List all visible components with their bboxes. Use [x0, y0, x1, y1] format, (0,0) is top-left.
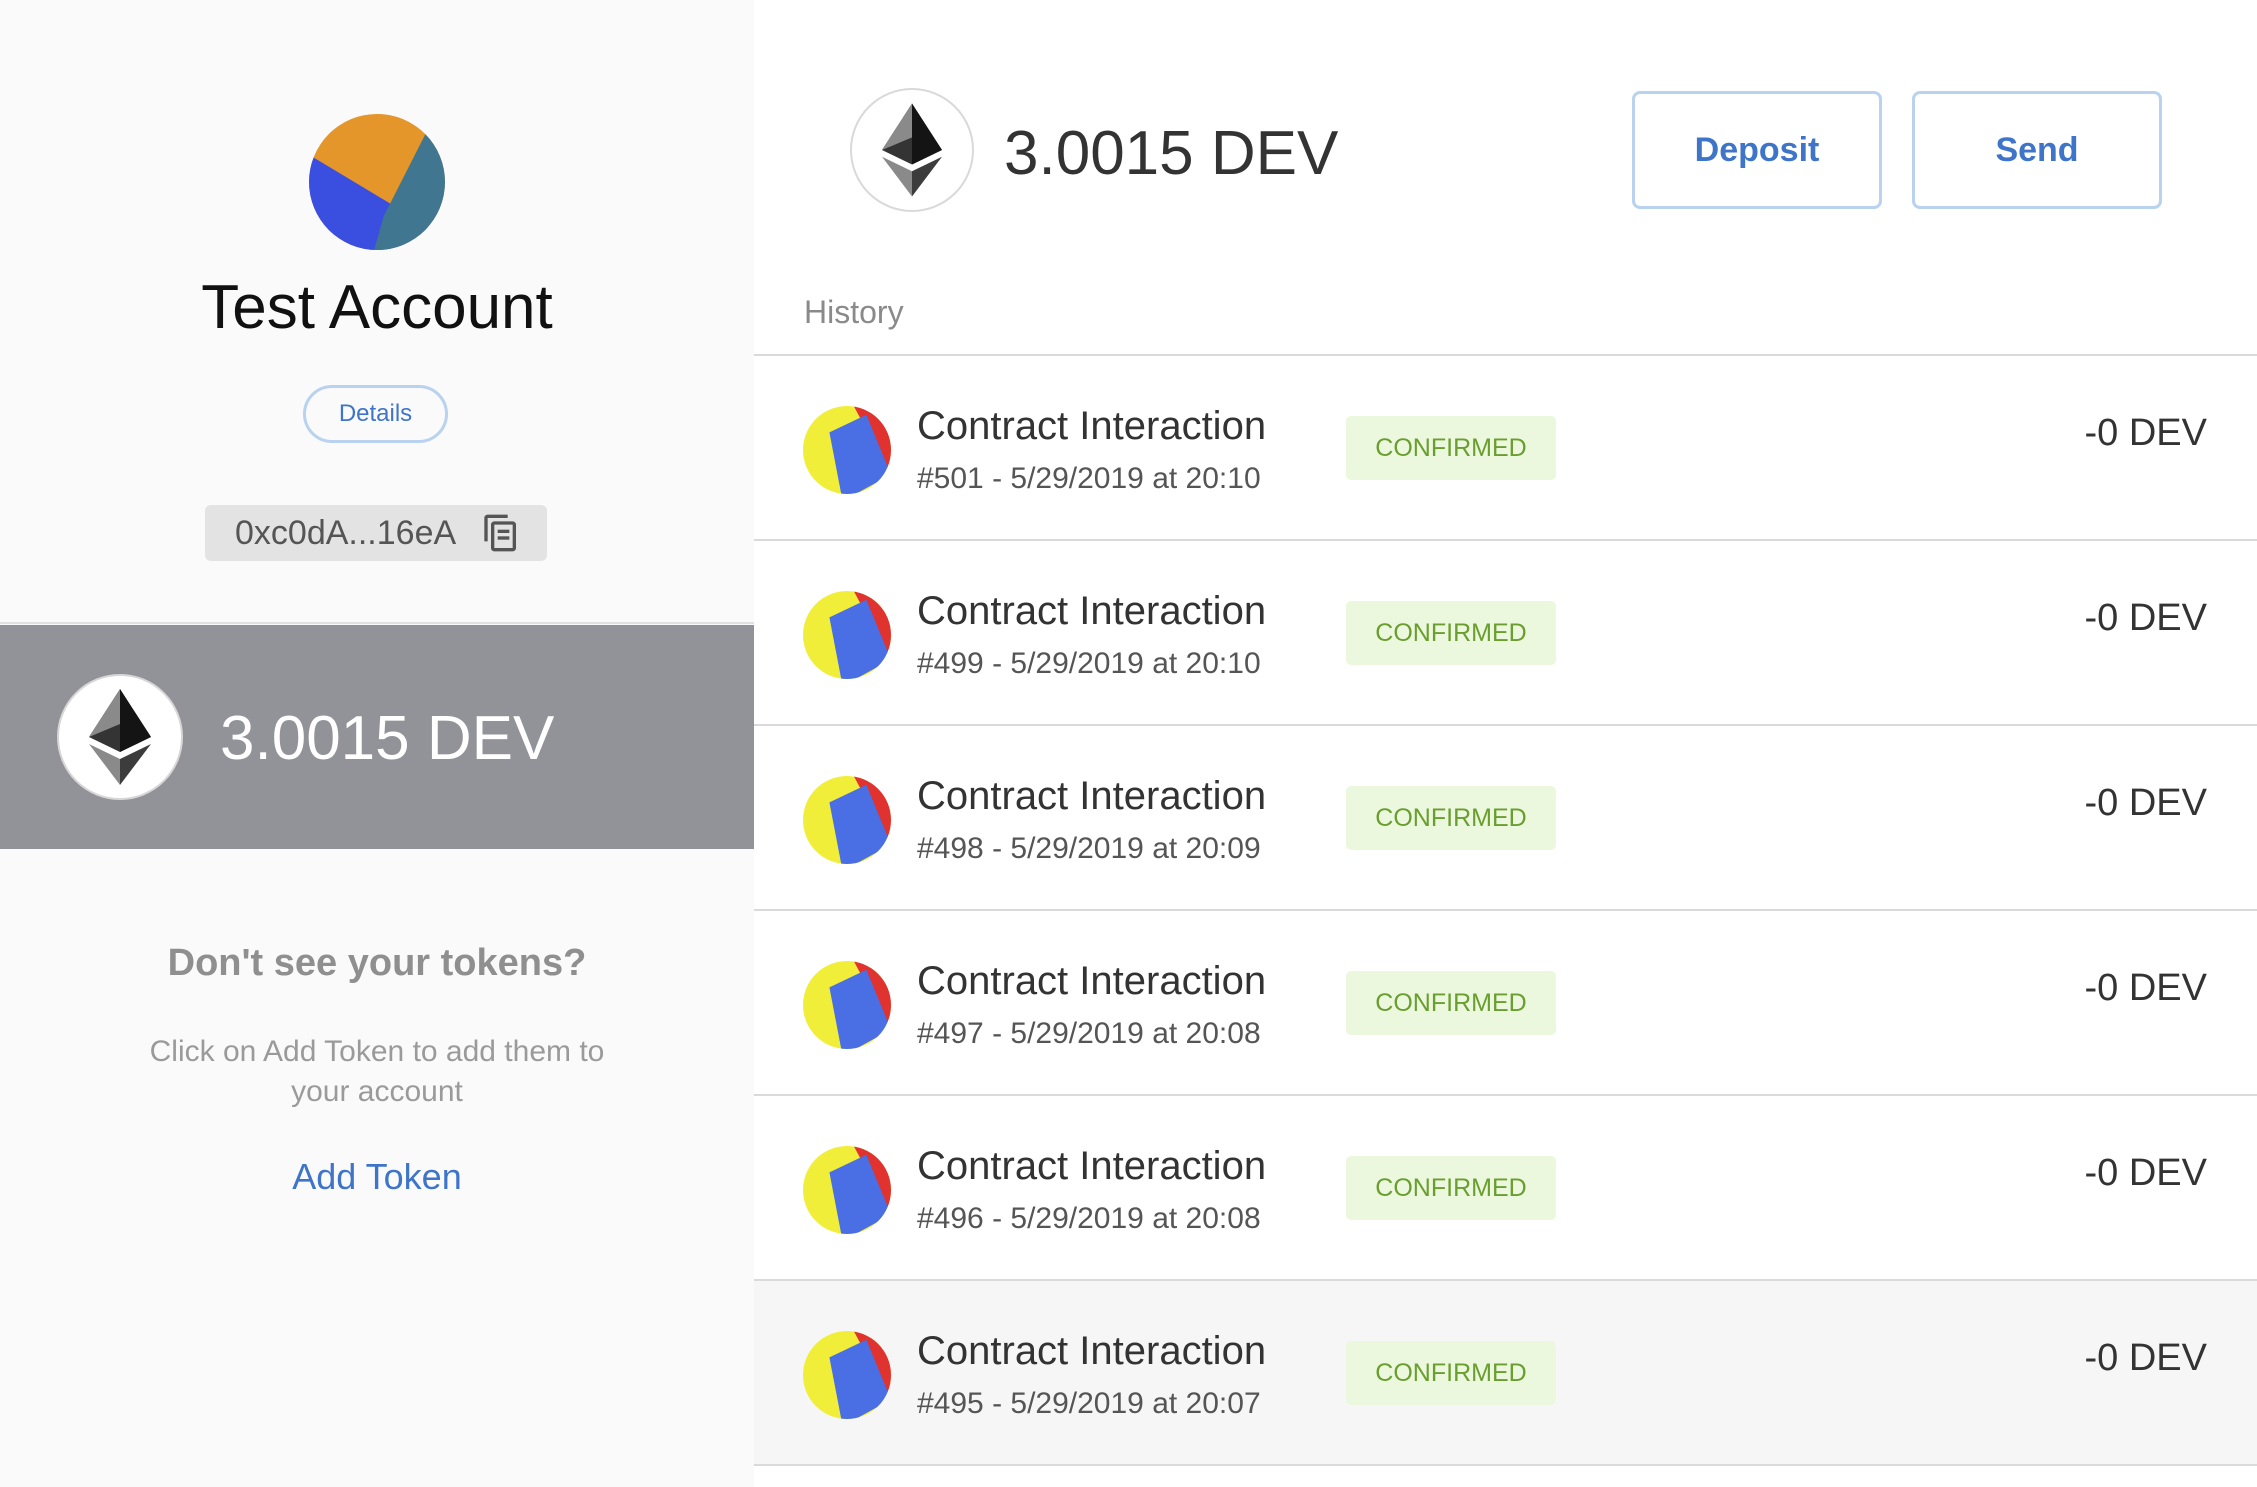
transaction-amount: -0 DEV	[2084, 967, 2207, 1009]
transaction-history-list: Contract Interaction #501 - 5/29/2019 at…	[754, 354, 2257, 1466]
transaction-identicon-icon	[803, 961, 891, 1049]
transaction-identicon-icon	[803, 776, 891, 864]
transaction-identicon-icon	[803, 406, 891, 494]
address-copy-chip[interactable]: 0xc0dA...16eA	[205, 505, 547, 561]
transaction-identicon-icon	[803, 1331, 891, 1419]
transaction-amount: -0 DEV	[2084, 1337, 2207, 1379]
account-avatar-icon	[309, 114, 445, 250]
copy-icon[interactable]	[481, 513, 521, 553]
transaction-nonce-date: #496 - 5/29/2019 at 20:08	[917, 1202, 1261, 1235]
tokens-hint-description: Click on Add Token to add them to your a…	[149, 1035, 605, 1108]
transaction-amount: -0 DEV	[2084, 782, 2207, 824]
transaction-nonce-date: #501 - 5/29/2019 at 20:10	[917, 462, 1261, 495]
transaction-title: Contract Interaction	[917, 1144, 1267, 1188]
add-token-link[interactable]: Add Token	[0, 1156, 754, 1198]
transaction-title: Contract Interaction	[917, 959, 1267, 1003]
history-heading: History	[804, 294, 904, 330]
deposit-button[interactable]: Deposit	[1632, 91, 1882, 209]
status-badge: CONFIRMED	[1346, 416, 1556, 480]
transaction-title: Contract Interaction	[917, 589, 1267, 633]
account-address: 0xc0dA...16eA	[235, 513, 457, 552]
send-button[interactable]: Send	[1912, 91, 2162, 209]
transaction-row[interactable]: Contract Interaction #495 - 5/29/2019 at…	[754, 1281, 2257, 1466]
sidebar-divider	[0, 622, 754, 624]
transaction-row[interactable]: Contract Interaction #501 - 5/29/2019 at…	[754, 356, 2257, 541]
transaction-title: Contract Interaction	[917, 404, 1267, 448]
status-badge: CONFIRMED	[1346, 1341, 1556, 1405]
account-sidebar: Test Account Details 0xc0dA...16eA 3.001…	[0, 0, 754, 1487]
tokens-hint-title: Don't see your tokens?	[167, 942, 587, 984]
transaction-nonce-date: #499 - 5/29/2019 at 20:10	[917, 647, 1261, 680]
transaction-nonce-date: #498 - 5/29/2019 at 20:09	[917, 832, 1261, 865]
sidebar-balance-amount: 3.0015 DEV	[220, 704, 555, 773]
status-badge: CONFIRMED	[1346, 601, 1556, 665]
details-button[interactable]: Details	[303, 385, 448, 443]
status-badge: CONFIRMED	[1346, 786, 1556, 850]
transaction-title: Contract Interaction	[917, 774, 1267, 818]
transaction-identicon-icon	[803, 591, 891, 679]
account-name: Test Account	[201, 273, 553, 342]
transaction-amount: -0 DEV	[2084, 412, 2207, 454]
transaction-title: Contract Interaction	[917, 1329, 1267, 1373]
status-badge: CONFIRMED	[1346, 1156, 1556, 1220]
transaction-row[interactable]: Contract Interaction #498 - 5/29/2019 at…	[754, 726, 2257, 911]
status-badge: CONFIRMED	[1346, 971, 1556, 1035]
wallet-app: Test Account Details 0xc0dA...16eA 3.001…	[0, 0, 2257, 1487]
transaction-row[interactable]: Contract Interaction #497 - 5/29/2019 at…	[754, 911, 2257, 1096]
transaction-row[interactable]: Contract Interaction #499 - 5/29/2019 at…	[754, 541, 2257, 726]
transaction-amount: -0 DEV	[2084, 597, 2207, 639]
transaction-nonce-date: #495 - 5/29/2019 at 20:07	[917, 1387, 1261, 1420]
main-panel: 3.0015 DEV Deposit Send History Contract…	[754, 0, 2257, 1487]
main-balance-amount: 3.0015 DEV	[1004, 119, 1339, 188]
transaction-nonce-date: #497 - 5/29/2019 at 20:08	[917, 1017, 1261, 1050]
transaction-identicon-icon	[803, 1146, 891, 1234]
ethereum-icon	[850, 88, 974, 212]
selected-asset-balance[interactable]: 3.0015 DEV	[0, 625, 754, 849]
transaction-amount: -0 DEV	[2084, 1152, 2207, 1194]
transaction-row[interactable]: Contract Interaction #496 - 5/29/2019 at…	[754, 1096, 2257, 1281]
ethereum-icon	[57, 674, 183, 800]
